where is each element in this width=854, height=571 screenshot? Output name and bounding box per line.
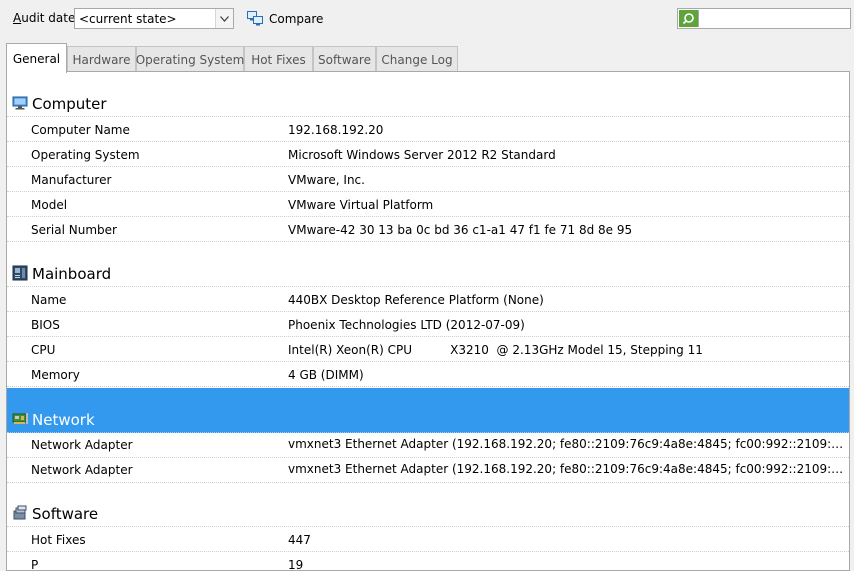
section-title: Computer [32, 95, 107, 113]
row-label: Manufacturer [31, 173, 112, 187]
row-label: Hot Fixes [31, 533, 86, 547]
audit-date-value: <current state> [79, 12, 177, 26]
compare-button[interactable]: Compare [247, 9, 323, 29]
search-input[interactable] [700, 10, 848, 27]
table-row[interactable]: Network Adapter vmxnet3 Ethernet Adapter… [7, 458, 849, 483]
table-row[interactable]: Memory 4 GB (DIMM) [7, 362, 849, 387]
section-network[interactable]: Network [7, 388, 849, 433]
tab-change-log[interactable]: Change Log [376, 46, 458, 72]
general-panel: Computer Computer Name 192.168.192.20 Op… [6, 71, 850, 571]
search-icon[interactable] [679, 10, 699, 27]
row-label: Computer Name [31, 123, 130, 137]
audit-date-label: Audit date: [13, 11, 80, 25]
audit-date-select[interactable]: <current state> [74, 8, 234, 29]
row-value: 4 GB (DIMM) [288, 368, 364, 382]
chevron-down-icon[interactable] [215, 9, 233, 28]
table-row[interactable]: Operating System Microsoft Windows Serve… [7, 142, 849, 167]
row-value: 19 [288, 558, 304, 571]
compare-computers-icon [247, 10, 264, 29]
row-label: Serial Number [31, 223, 117, 237]
row-value: vmxnet3 Ethernet Adapter (192.168.192.20… [288, 437, 845, 451]
tab-operating-system[interactable]: Operating System [136, 46, 244, 72]
table-row[interactable]: Network Adapter vmxnet3 Ethernet Adapter… [7, 433, 849, 458]
tab-software[interactable]: Software [313, 46, 376, 72]
toolbar: Audit date: <current state> Compare [0, 0, 854, 38]
row-value: VMware-42 30 13 ba 0c bd 36 c1-a1 47 f1 … [288, 223, 633, 237]
table-row[interactable]: Serial Number VMware-42 30 13 ba 0c bd 3… [7, 217, 849, 242]
table-row[interactable]: BIOS Phoenix Technologies LTD (2012-07-0… [7, 312, 849, 337]
section-title: Mainboard [32, 265, 112, 283]
section-software[interactable]: Software [7, 502, 849, 527]
row-label: Network Adapter [31, 463, 133, 477]
row-value: VMware, Inc. [288, 173, 365, 187]
row-value: Phoenix Technologies LTD (2012-07-09) [288, 318, 525, 332]
section-computer[interactable]: Computer [7, 92, 849, 117]
row-label: BIOS [31, 318, 60, 332]
row-value: vmxnet3 Ethernet Adapter (192.168.192.20… [288, 462, 845, 476]
section-title: Software [32, 505, 99, 523]
search-box [677, 8, 851, 29]
row-label: Model [31, 198, 68, 212]
tab-hardware[interactable]: Hardware [67, 46, 136, 72]
row-label: Name [31, 293, 67, 307]
row-label: Operating System [31, 148, 140, 162]
row-label: P [31, 558, 39, 571]
row-value: VMware Virtual Platform [288, 198, 434, 212]
row-label: Network Adapter [31, 438, 133, 452]
software-icon [12, 505, 28, 524]
tab-general[interactable]: General [6, 43, 67, 73]
row-value: 440BX Desktop Reference Platform (None) [288, 293, 544, 307]
table-row[interactable]: CPU Intel(R) Xeon(R) CPU X3210 @ 2.13GHz… [7, 337, 849, 362]
row-value: Microsoft Windows Server 2012 R2 Standar… [288, 148, 556, 162]
row-label: CPU [31, 343, 56, 357]
row-value: 192.168.192.20 [288, 123, 384, 137]
table-row[interactable]: Computer Name 192.168.192.20 [7, 117, 849, 142]
table-row[interactable]: Hot Fixes 447 [7, 527, 849, 552]
row-value: 447 [288, 533, 311, 547]
table-row[interactable]: Manufacturer VMware, Inc. [7, 167, 849, 192]
table-row[interactable]: Model VMware Virtual Platform [7, 192, 849, 217]
section-mainboard[interactable]: Mainboard [7, 262, 849, 287]
network-card-icon [12, 410, 29, 429]
table-row[interactable]: Name 440BX Desktop Reference Platform (N… [7, 287, 849, 312]
table-row[interactable]: P 19 [7, 552, 849, 571]
row-value: Intel(R) Xeon(R) CPU X3210 @ 2.13GHz Mod… [288, 343, 703, 357]
tab-hot-fixes[interactable]: Hot Fixes [244, 46, 313, 72]
monitor-icon [12, 95, 28, 114]
row-label: Memory [31, 368, 80, 382]
compare-label: Compare [269, 12, 324, 26]
motherboard-icon [12, 265, 28, 284]
section-title: Network [32, 411, 95, 429]
